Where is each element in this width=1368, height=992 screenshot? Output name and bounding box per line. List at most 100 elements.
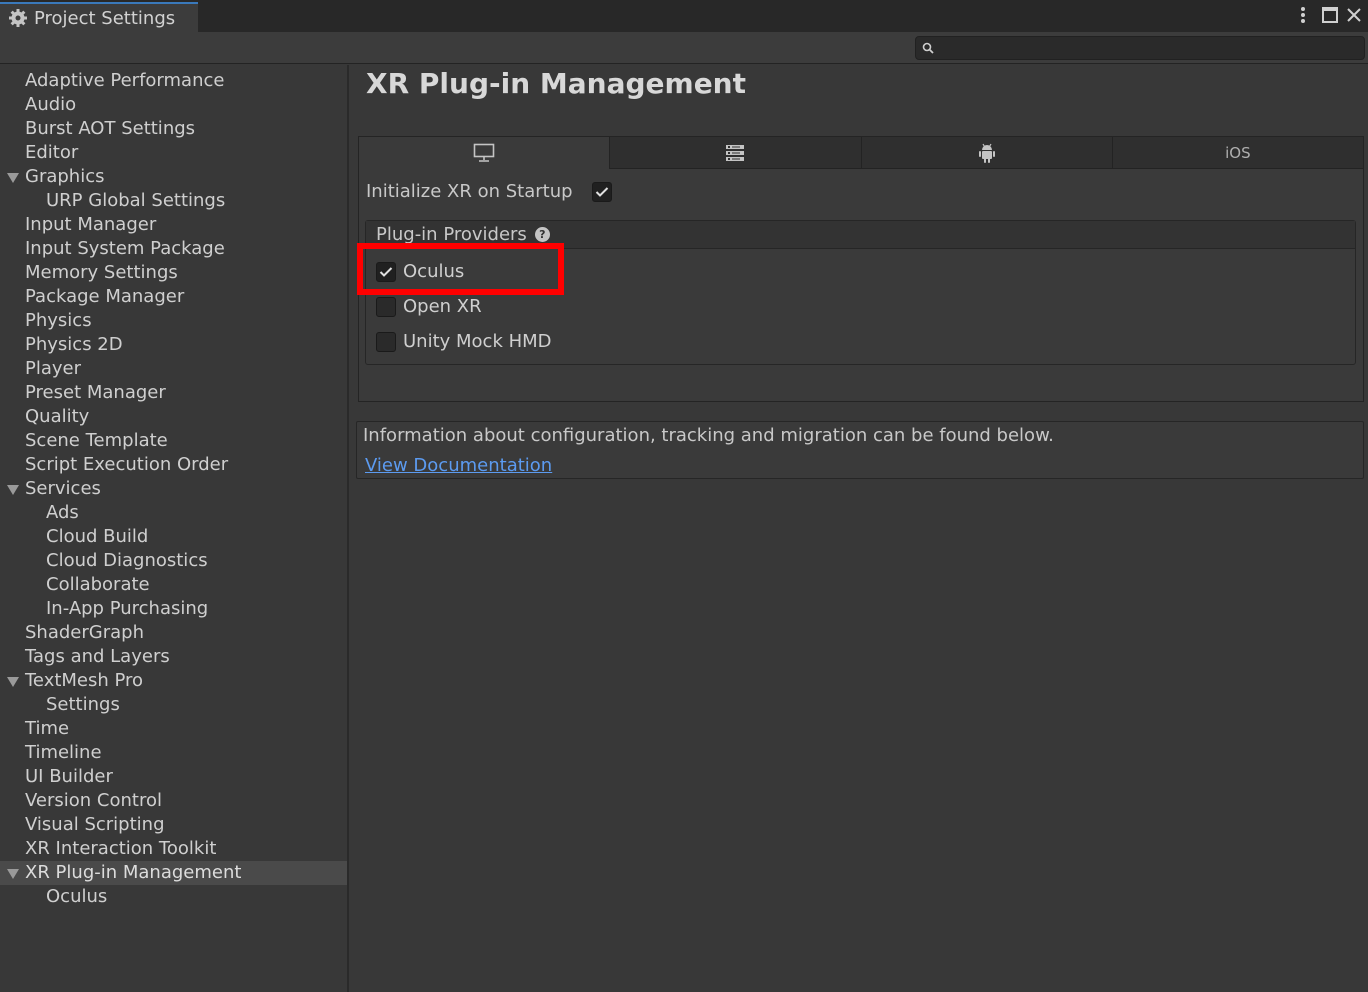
sidebar-item-label: Oculus [46, 886, 108, 907]
sidebar-item-label: In-App Purchasing [46, 598, 209, 619]
sidebar-item-label: Physics 2D [25, 334, 123, 355]
sidebar-item-label: Graphics [25, 166, 105, 187]
sidebar-item[interactable]: Package Manager [0, 285, 347, 309]
checkmark-icon [595, 186, 609, 197]
sidebar-item[interactable]: Adaptive Performance [0, 69, 347, 93]
sidebar-item-label: Version Control [25, 790, 162, 811]
sidebar-item-label: Burst AOT Settings [25, 118, 196, 139]
sidebar-item-label: Timeline [25, 742, 102, 763]
tab-android[interactable] [861, 137, 1113, 169]
sidebar-item-label: Settings [46, 694, 120, 715]
sidebar-item[interactable]: Input Manager [0, 213, 347, 237]
monitor-icon [473, 143, 495, 162]
window-tab-title: Project Settings [34, 7, 176, 29]
sidebar-item-label: Tags and Layers [25, 646, 170, 667]
sidebar-item-label: Preset Manager [25, 382, 166, 403]
sidebar-item[interactable]: Graphics [0, 165, 347, 189]
sidebar-item[interactable]: Player [0, 357, 347, 381]
sidebar-item[interactable]: Timeline [0, 741, 347, 765]
sidebar-item-label: Ads [46, 502, 79, 523]
expand-arrow-icon[interactable] [7, 173, 19, 183]
sidebar-item-label: URP Global Settings [46, 190, 226, 211]
plugin-providers-panel: Plug-in Providers ? Oculus Open XR Unity… [357, 220, 1356, 365]
platform-tabs: iOS [359, 137, 1363, 169]
close-icon[interactable] [1343, 4, 1365, 26]
plugin-providers-label: Plug-in Providers [376, 224, 527, 245]
ios-tab-label: iOS [1225, 143, 1251, 162]
sidebar-item[interactable]: Memory Settings [0, 261, 347, 285]
sidebar-item[interactable]: Visual Scripting [0, 813, 347, 837]
search-icon [922, 42, 934, 54]
info-text: Information about configuration, trackin… [363, 425, 1054, 446]
sidebar-item[interactable]: Cloud Build [0, 525, 347, 549]
init-xr-label: Initialize XR on Startup [366, 181, 573, 202]
sidebar-item[interactable]: Scene Template [0, 429, 347, 453]
sidebar-item[interactable]: XR Plug-in Management [0, 861, 347, 885]
sidebar-item[interactable]: Script Execution Order [0, 453, 347, 477]
sidebar-item-label: Package Manager [25, 286, 185, 307]
highlight-box [357, 243, 564, 295]
provider-label: Unity Mock HMD [403, 331, 552, 352]
sidebar-item-label: Services [25, 478, 101, 499]
sidebar-item-label: Physics [25, 310, 92, 331]
main-panel: XR Plug-in Management iOS Initialize XR … [351, 65, 1368, 992]
provider-open-xr[interactable]: Open XR [376, 296, 482, 317]
sidebar-item[interactable]: Services [0, 477, 347, 501]
more-options-icon[interactable] [1292, 4, 1314, 26]
expand-arrow-icon[interactable] [7, 677, 19, 687]
sidebar-item[interactable]: Version Control [0, 789, 347, 813]
sidebar-item[interactable]: XR Interaction Toolkit [0, 837, 347, 861]
sidebar-item-label: Memory Settings [25, 262, 178, 283]
sidebar-item[interactable]: Oculus [0, 885, 347, 909]
sidebar-item-label: Adaptive Performance [25, 70, 225, 91]
tab-standalone[interactable] [359, 137, 611, 169]
sidebar-item[interactable]: TextMesh Pro [0, 669, 347, 693]
sidebar-item[interactable]: Cloud Diagnostics [0, 549, 347, 573]
sidebar-item[interactable]: URP Global Settings [0, 189, 347, 213]
settings-sidebar: Adaptive Performance Audio Burst AOT Setti… [0, 65, 349, 992]
sidebar-item-label: Script Execution Order [25, 454, 229, 475]
sidebar-item-label: XR Interaction Toolkit [25, 838, 217, 859]
sidebar-item-label: Editor [25, 142, 79, 163]
init-xr-checkbox[interactable] [592, 181, 612, 202]
sidebar-item[interactable]: Quality [0, 405, 347, 429]
sidebar-item[interactable]: Editor [0, 141, 347, 165]
platform-panel: iOS Initialize XR on Startup Plug-in Pro… [357, 136, 1364, 402]
expand-arrow-icon[interactable] [7, 485, 19, 495]
unity-mock-hmd-checkbox[interactable] [376, 331, 396, 352]
sidebar-item[interactable]: Physics 2D [0, 333, 347, 357]
tab-server[interactable] [610, 137, 862, 169]
sidebar-item-label: Input Manager [25, 214, 157, 235]
help-icon[interactable]: ? [534, 227, 550, 242]
sidebar-item[interactable]: Audio [0, 93, 347, 117]
sidebar-item-label: Player [25, 358, 82, 379]
provider-unity-mock-hmd[interactable]: Unity Mock HMD [376, 331, 552, 352]
tab-ios[interactable]: iOS [1112, 137, 1363, 169]
project-settings-tab[interactable]: Project Settings [0, 2, 198, 32]
expand-arrow-icon[interactable] [7, 869, 19, 879]
sidebar-item[interactable]: Ads [0, 501, 347, 525]
sidebar-item-label: ShaderGraph [25, 622, 144, 643]
sidebar-item[interactable]: Time [0, 717, 347, 741]
sidebar-item-label: UI Builder [25, 766, 113, 787]
sidebar-item[interactable]: Preset Manager [0, 381, 347, 405]
sidebar-item-label: Collaborate [46, 574, 150, 595]
toolbar [0, 32, 1368, 64]
sidebar-item-label: Scene Template [25, 430, 168, 451]
sidebar-item[interactable]: Burst AOT Settings [0, 117, 347, 141]
sidebar-item[interactable]: Settings [0, 693, 347, 717]
sidebar-item-label: Time [25, 718, 70, 739]
sidebar-item[interactable]: In-App Purchasing [0, 597, 347, 621]
sidebar-item-label: Cloud Build [46, 526, 149, 547]
sidebar-item[interactable]: Collaborate [0, 573, 347, 597]
view-documentation-link[interactable]: View Documentation [365, 455, 552, 476]
sidebar-item[interactable]: ShaderGraph [0, 621, 347, 645]
sidebar-item[interactable]: Physics [0, 309, 347, 333]
android-icon [978, 143, 995, 163]
maximize-icon[interactable] [1319, 4, 1341, 26]
sidebar-item[interactable]: Input System Package [0, 237, 347, 261]
search-input[interactable] [915, 36, 1365, 60]
sidebar-item[interactable]: UI Builder [0, 765, 347, 789]
open-xr-checkbox[interactable] [376, 296, 396, 317]
sidebar-item[interactable]: Tags and Layers [0, 645, 347, 669]
